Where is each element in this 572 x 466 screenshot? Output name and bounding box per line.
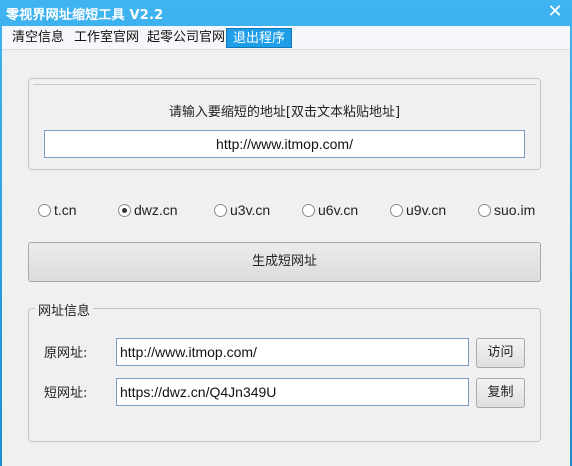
menu-clear-info[interactable]: 清空信息: [6, 28, 70, 48]
original-url-label: 原网址:: [44, 346, 88, 361]
app-window: 零视界网址缩短工具 V2.2 ✕ 清空信息 工作室官网 起零公司官网 退出程序 …: [0, 0, 572, 466]
radio-u6vcn[interactable]: u6v.cn: [302, 202, 358, 218]
radio-icon: [214, 203, 227, 217]
client-area: 请输入要缩短的地址[双击文本粘贴地址] http://www.itmop.com…: [2, 50, 570, 466]
radio-u9vcn[interactable]: u9v.cn: [390, 202, 446, 218]
input-panel: 请输入要缩短的地址[双击文本粘贴地址] http://www.itmop.com…: [28, 78, 541, 170]
original-url-field[interactable]: http://www.itmop.com/: [116, 338, 469, 366]
radio-suoim[interactable]: suo.im: [478, 202, 535, 218]
title-bar[interactable]: 零视界网址缩短工具 V2.2 ✕: [0, 0, 572, 26]
radio-icon: [390, 203, 403, 217]
copy-button[interactable]: 复制: [476, 378, 525, 408]
menu-exit[interactable]: 退出程序: [226, 28, 293, 48]
radio-tcn[interactable]: t.cn: [38, 202, 77, 218]
menu-bar: 清空信息 工作室官网 起零公司官网 退出程序: [2, 26, 570, 50]
divider: [33, 84, 536, 85]
visit-button[interactable]: 访问: [476, 338, 525, 368]
url-info-group: 网址信息 原网址: http://www.itmop.com/ 访问 短网址: …: [28, 300, 541, 442]
generate-short-url-button[interactable]: 生成短网址: [28, 242, 541, 282]
radio-u3vcn[interactable]: u3v.cn: [214, 202, 270, 218]
radio-icon: [478, 203, 491, 217]
radio-selected-icon: [118, 203, 131, 217]
short-url-field[interactable]: https://dwz.cn/Q4Jn349U: [116, 378, 469, 406]
input-prompt: 请输入要缩短的地址[双击文本粘贴地址]: [168, 105, 401, 120]
short-url-label: 短网址:: [44, 386, 88, 401]
window-title: 零视界网址缩短工具 V2.2: [6, 8, 164, 23]
close-icon[interactable]: ✕: [544, 1, 566, 23]
radio-icon: [38, 203, 51, 217]
radio-icon: [302, 203, 315, 217]
group-title: 网址信息: [35, 300, 94, 319]
long-url-input[interactable]: http://www.itmop.com/: [44, 130, 525, 158]
radio-dwzcn[interactable]: dwz.cn: [118, 202, 178, 218]
menu-studio-site[interactable]: 工作室官网: [68, 28, 145, 48]
menu-company-site[interactable]: 起零公司官网: [141, 28, 231, 48]
